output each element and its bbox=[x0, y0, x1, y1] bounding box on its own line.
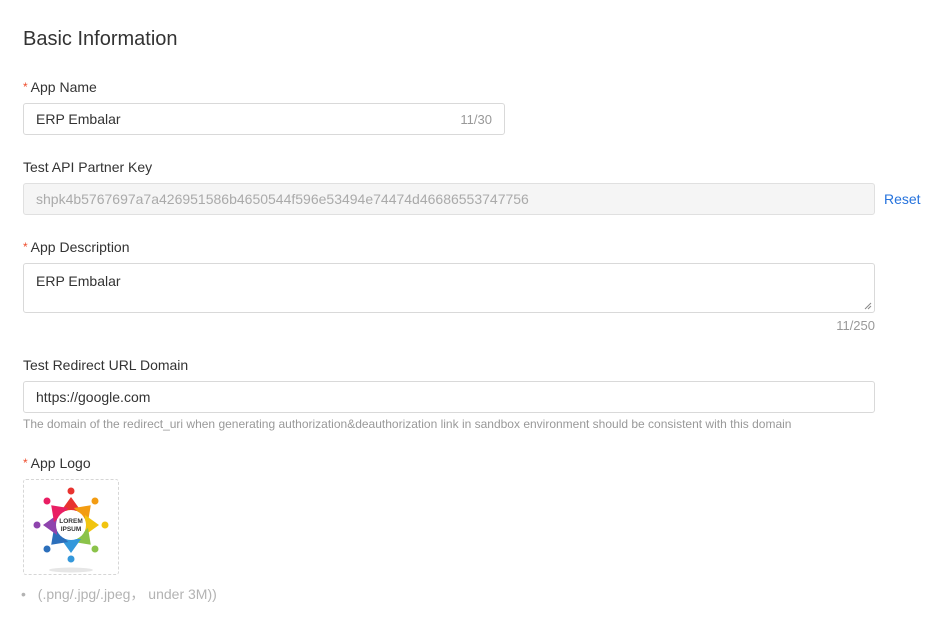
app-name-value: ERP Embalar bbox=[36, 111, 121, 127]
logo-text-line2: IPSUM bbox=[61, 526, 82, 533]
partner-key-value: shpk4b5767697a7a426951586b4650544f596e53… bbox=[36, 191, 529, 207]
reset-key-link[interactable]: Reset bbox=[884, 191, 921, 207]
resize-handle-icon[interactable] bbox=[864, 302, 872, 310]
redirect-domain-hint: The domain of the redirect_uri when gene… bbox=[23, 417, 792, 431]
format-hint-text: (.png/.jpg/.jpeg， under 3M)) bbox=[37, 586, 217, 602]
required-mark: * bbox=[23, 456, 28, 470]
app-description-value: ERP Embalar bbox=[36, 273, 121, 289]
app-description-label: * App Description bbox=[23, 239, 130, 255]
app-description-label-text: App Description bbox=[30, 239, 130, 255]
app-logo-label: * App Logo bbox=[23, 455, 91, 471]
redirect-domain-label: Test Redirect URL Domain bbox=[23, 357, 189, 373]
section-title: Basic Information bbox=[23, 28, 178, 50]
app-name-input[interactable]: ERP Embalar 11/30 bbox=[23, 103, 505, 135]
app-name-char-counter: 11/30 bbox=[460, 111, 492, 127]
redirect-domain-input[interactable]: https://google.com bbox=[23, 381, 875, 413]
required-mark: * bbox=[23, 80, 28, 94]
partner-key-input: shpk4b5767697a7a426951586b4650544f596e53… bbox=[23, 183, 875, 215]
logo-text-line1: LOREM bbox=[59, 518, 82, 525]
redirect-domain-value: https://google.com bbox=[36, 389, 151, 405]
app-description-char-counter: 11/250 bbox=[836, 318, 875, 333]
required-mark: * bbox=[23, 240, 28, 254]
app-name-label-text: App Name bbox=[30, 79, 97, 95]
app-logo-image: LOREM IPSUM bbox=[33, 487, 109, 573]
app-logo-upload[interactable]: LOREM IPSUM bbox=[23, 479, 119, 575]
app-name-label: * App Name bbox=[23, 79, 97, 95]
partner-key-label: Test API Partner Key bbox=[23, 159, 153, 175]
app-description-textarea[interactable]: ERP Embalar bbox=[23, 263, 875, 313]
app-logo-label-text: App Logo bbox=[30, 455, 91, 471]
bullet-icon: • bbox=[21, 586, 26, 602]
format-hint-item: • (.png/.jpg/.jpeg， under 3M)) bbox=[21, 584, 217, 604]
